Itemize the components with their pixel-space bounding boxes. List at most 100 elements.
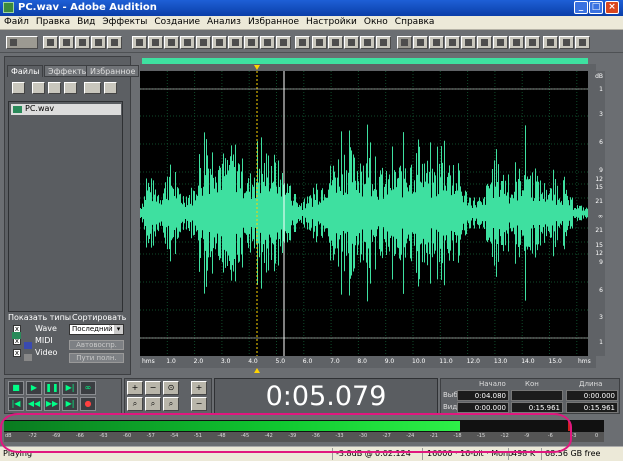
gear-icon[interactable]	[295, 36, 310, 49]
waveform-display[interactable]	[140, 71, 596, 356]
undo-icon[interactable]	[132, 36, 147, 49]
spectral-view-icon[interactable]	[328, 36, 343, 49]
envelope-icon[interactable]	[312, 36, 327, 49]
waveform-view-icon[interactable]	[397, 36, 412, 49]
selection-length-field[interactable]: 0:00.000	[566, 390, 618, 401]
favorites-icon[interactable]	[543, 36, 558, 49]
zoom-out-icon[interactable]: −	[145, 381, 161, 395]
spectrum-view-icon[interactable]	[413, 36, 428, 49]
play-file-icon[interactable]	[84, 82, 101, 94]
play-to-end-icon[interactable]: ▶|	[62, 381, 78, 395]
menu-favorites[interactable]: Избранное	[244, 16, 302, 27]
time-tick-label: 1.0	[166, 358, 176, 365]
show-types-label: Показать типы	[8, 313, 72, 322]
silence-icon[interactable]	[260, 36, 275, 49]
zoom-right-icon[interactable]: ⌕	[163, 397, 179, 411]
menu-window[interactable]: Окно	[360, 16, 391, 27]
help-icon[interactable]	[575, 36, 590, 49]
go-start-icon[interactable]: |◀	[8, 397, 24, 411]
zoom-in-vertical-icon[interactable]: +	[191, 381, 207, 395]
paste-icon[interactable]	[196, 36, 211, 49]
menu-view[interactable]: Вид	[73, 16, 98, 27]
selection-view-panel: Начало Кон Длина Выб Вид 0:04.080 0:00.0…	[440, 378, 620, 414]
menu-edit[interactable]: Правка	[32, 16, 73, 27]
record-icon[interactable]: ●	[80, 397, 96, 411]
tab-files[interactable]: Файлы	[7, 65, 44, 77]
tab-favorites[interactable]: Избранное	[86, 65, 140, 77]
wizard-icon[interactable]	[559, 36, 574, 49]
help-icon[interactable]	[104, 82, 117, 94]
zoom-in-icon[interactable]: +	[127, 381, 143, 395]
view-end-field[interactable]: 0:15.961	[511, 402, 563, 413]
open-append-icon[interactable]	[75, 36, 90, 49]
zoom-selection-icon[interactable]: ⌕	[127, 397, 143, 411]
copy-icon[interactable]	[180, 36, 195, 49]
stop-icon[interactable]: ■	[8, 381, 24, 395]
autoplay-button[interactable]: Автовоспр.	[69, 340, 124, 350]
view-begin-field[interactable]: 0:00.000	[457, 402, 509, 413]
pause-icon[interactable]: ❚❚	[44, 381, 60, 395]
mix-paste-icon[interactable]	[228, 36, 243, 49]
sort-select-value: Последний	[72, 325, 113, 333]
redo-icon[interactable]	[148, 36, 163, 49]
db-tick-label: 3	[599, 111, 603, 118]
edit-file-icon[interactable]	[64, 82, 77, 94]
forward-icon[interactable]: ▶▶	[44, 397, 60, 411]
menu-generate[interactable]: Создание	[150, 16, 203, 27]
paste-new-icon[interactable]	[212, 36, 227, 49]
view-length-field[interactable]: 0:15.961	[566, 402, 618, 413]
highlight-annotation	[0, 413, 572, 453]
sort-select[interactable]: Последний ▾	[69, 324, 124, 335]
select-tool-icon[interactable]	[344, 36, 359, 49]
playhead-marker-bottom-icon[interactable]	[254, 368, 260, 373]
selection-end-field[interactable]	[511, 390, 563, 401]
loop-icon[interactable]: ∞	[80, 381, 96, 395]
selection-begin-field[interactable]: 0:04.080	[457, 390, 509, 401]
rewind-icon[interactable]: ◀◀	[26, 397, 42, 411]
close-button[interactable]: ×	[605, 1, 619, 14]
toolbar	[0, 31, 623, 53]
playhead-marker-icon[interactable]	[254, 65, 260, 70]
maximize-button[interactable]: □	[589, 1, 603, 14]
time-tick-label: 14.0	[521, 358, 535, 365]
marker-icon[interactable]	[360, 36, 375, 49]
time-display: 0:05.079	[214, 378, 438, 414]
cut-icon[interactable]	[164, 36, 179, 49]
zoom-left-icon[interactable]: ⌕	[145, 397, 161, 411]
mixer-icon[interactable]	[445, 36, 460, 49]
zoom-out-vertical-icon[interactable]: −	[191, 397, 207, 411]
tab-effects[interactable]: Эффекты	[44, 65, 92, 77]
track-list-icon[interactable]	[477, 36, 492, 49]
menu-effects[interactable]: Эффекты	[98, 16, 150, 27]
minimize-button[interactable]: _	[574, 1, 588, 14]
menu-options[interactable]: Настройки	[302, 16, 360, 27]
import-icon[interactable]	[32, 82, 45, 94]
scrub-icon[interactable]	[376, 36, 391, 49]
zoom-full-icon[interactable]: ⊙	[163, 381, 179, 395]
open-file-icon[interactable]	[59, 36, 74, 49]
levels-icon[interactable]	[509, 36, 524, 49]
save-file-icon[interactable]	[107, 36, 122, 49]
close-icon[interactable]	[48, 82, 61, 94]
list-item[interactable]: PC.wav	[11, 104, 121, 115]
new-file-icon[interactable]	[43, 36, 58, 49]
db-tick-label: 1	[599, 86, 603, 93]
menu-file[interactable]: Файл	[0, 16, 32, 27]
menu-analyze[interactable]: Анализ	[203, 16, 244, 27]
type-video-checkbox[interactable]: x	[13, 349, 21, 357]
close-file-icon[interactable]	[91, 36, 106, 49]
multitrack-view-icon[interactable]	[6, 36, 38, 49]
trim-icon[interactable]	[244, 36, 259, 49]
info-window-icon[interactable]	[493, 36, 508, 49]
cd-track-icon[interactable]	[276, 36, 291, 49]
play-icon[interactable]	[429, 36, 444, 49]
play-icon[interactable]: ▶	[26, 381, 42, 395]
time-ruler: hms 1.0 2.0 3.0 4.0 5.0 6.0 7.0 8.0 9.0 10.0 11.0 12…	[140, 356, 596, 368]
menu-help[interactable]: Справка	[391, 16, 438, 27]
cue-list-icon[interactable]	[461, 36, 476, 49]
settings-icon[interactable]	[525, 36, 540, 49]
open-folder-icon[interactable]	[12, 82, 25, 94]
go-end-icon[interactable]: ▶|	[62, 397, 78, 411]
full-paths-button[interactable]: Пути полн.	[69, 353, 124, 363]
zoom-controls: + − ⊙ + ⌕ ⌕ ⌕ −	[124, 378, 212, 414]
